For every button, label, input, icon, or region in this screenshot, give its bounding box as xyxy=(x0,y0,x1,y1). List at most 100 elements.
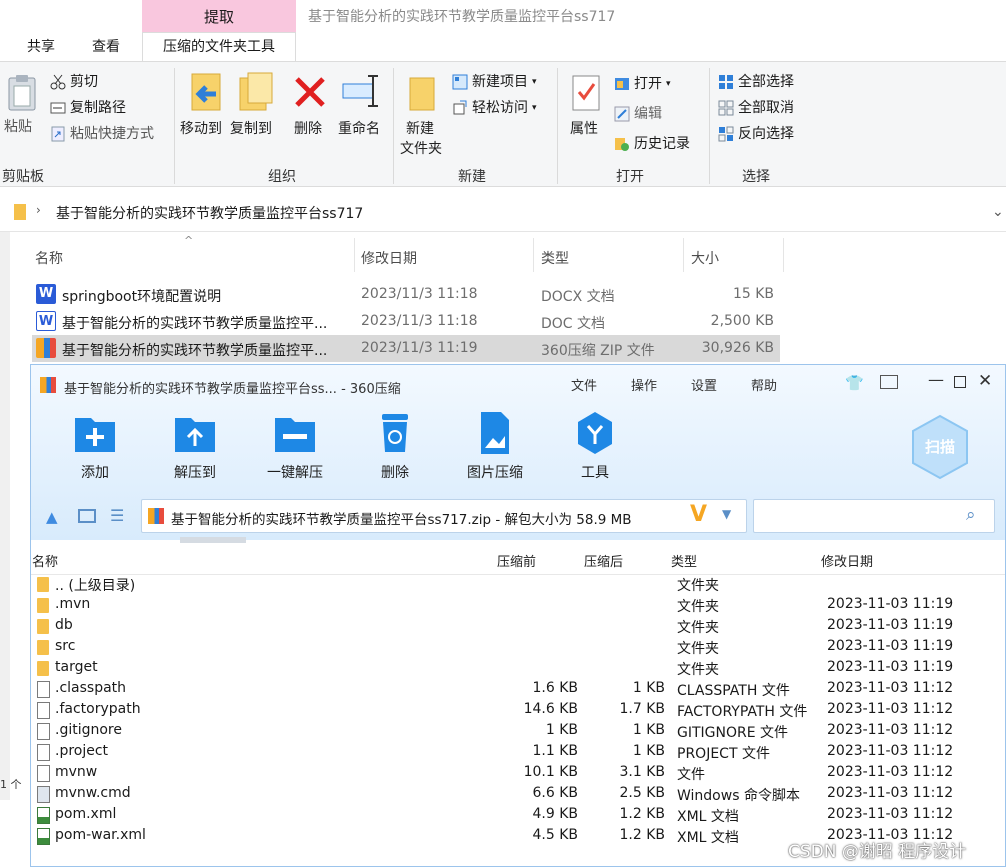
copy-path-icon xyxy=(50,102,66,114)
select-none-button[interactable]: 全部取消 xyxy=(718,98,794,118)
zip-row[interactable]: .mvn 文件夹 2023-11-03 11:19 xyxy=(31,595,991,616)
paste-shortcut-button[interactable]: 粘贴快捷方式 xyxy=(50,124,154,144)
tool-add[interactable]: 添加 xyxy=(50,410,140,482)
col-name[interactable]: 名称 xyxy=(35,248,63,268)
move-to-label: 移动到 xyxy=(180,121,222,137)
zip-row[interactable]: .factorypath 14.6 KB 1.7 KB FACTORYPATH 文件 2… xyxy=(31,700,991,721)
col-type[interactable]: 类型 xyxy=(541,248,569,268)
col-size[interactable]: 大小 xyxy=(691,248,719,268)
copy-path-button[interactable]: 复制路径 xyxy=(50,98,126,118)
invert-selection-label: 反向选择 xyxy=(738,126,794,142)
zip-row[interactable]: .gitignore 1 KB 1 KB GITIGNORE 文件 2023-11-03… xyxy=(31,721,991,742)
open-button[interactable]: 打开 ▾ xyxy=(614,74,671,94)
menu-settings[interactable]: 设置 xyxy=(691,375,717,394)
rename-label: 重命名 xyxy=(338,121,380,137)
zip-row[interactable]: src 文件夹 2023-11-03 11:19 xyxy=(31,637,991,658)
menu-help[interactable]: 帮助 xyxy=(751,375,777,394)
zip-entry-before: 1.1 KB xyxy=(532,743,579,759)
delete-button[interactable] xyxy=(292,74,328,110)
zcol-date[interactable]: 修改日期 xyxy=(821,551,873,570)
zip-row[interactable]: .project 1.1 KB 1 KB PROJECT 文件 2023-11-03 1… xyxy=(31,742,991,763)
col-date[interactable]: 修改日期 xyxy=(361,248,417,268)
zcol-name[interactable]: 名称 xyxy=(32,551,58,570)
group-label-open: 打开 xyxy=(616,169,644,185)
tool-delete[interactable]: 删除 xyxy=(350,410,440,482)
context-tab-extract[interactable]: 提取 xyxy=(142,0,296,32)
header-divider[interactable] xyxy=(533,238,534,272)
file-row-selected[interactable]: 基于智能分析的实践环节教学质量监控平... 2023/11/3 11:19 36… xyxy=(32,335,780,362)
select-none-label: 全部取消 xyxy=(738,100,794,116)
menu-file[interactable]: 文件 xyxy=(571,375,597,394)
scroll-handle[interactable] xyxy=(180,537,246,543)
zcol-type[interactable]: 类型 xyxy=(671,551,697,570)
file-icon xyxy=(37,681,50,698)
group-label-select: 选择 xyxy=(742,169,770,185)
select-all-button[interactable]: 全部选择 xyxy=(718,72,794,92)
tool-image-compress[interactable]: 图片压缩 xyxy=(450,410,540,482)
tool-one-click-extract[interactable]: 一键解压 xyxy=(250,410,340,482)
select-all-icon xyxy=(719,75,733,89)
zcol-before[interactable]: 压缩前 xyxy=(497,551,536,570)
header-divider[interactable] xyxy=(783,238,784,272)
search-icon[interactable]: ⌕ xyxy=(966,505,976,525)
new-folder-icon xyxy=(409,77,435,111)
zip-entry-name: .. (上级目录) xyxy=(55,578,136,594)
new-folder-label-2: 文件夹 xyxy=(400,141,442,157)
zip-row[interactable]: .classpath 1.6 KB 1 KB CLASSPATH 文件 2023-11-… xyxy=(31,679,991,700)
header-divider[interactable] xyxy=(683,238,684,272)
menu-operation[interactable]: 操作 xyxy=(631,375,657,394)
rename-button[interactable] xyxy=(340,74,380,110)
file-icon xyxy=(37,744,50,761)
tool-extract-to[interactable]: 解压到 xyxy=(150,410,240,482)
history-button[interactable]: 历史记录 xyxy=(614,134,690,154)
zip-row[interactable]: mvnw 10.1 KB 3.1 KB 文件 2023-11-03 11:12 xyxy=(31,763,991,784)
invert-selection-button[interactable]: 反向选择 xyxy=(718,124,794,144)
close-icon[interactable]: ✕ xyxy=(978,371,992,391)
zip-entry-before: 1.6 KB xyxy=(532,680,579,696)
zip-entry-name: target xyxy=(55,659,98,675)
file-row[interactable]: W springboot环境配置说明 2023/11/3 11:18 DOCX … xyxy=(32,281,780,308)
file-size: 2,500 KB xyxy=(710,313,774,329)
header-divider[interactable] xyxy=(354,238,355,272)
list-view-icon[interactable]: ☰ xyxy=(110,506,124,525)
message-icon[interactable] xyxy=(880,375,898,389)
zip-search-input[interactable] xyxy=(753,499,995,533)
skin-icon[interactable]: 👕 xyxy=(845,374,864,392)
zip-entry-before: 1 KB xyxy=(545,722,578,738)
scissors-icon xyxy=(50,74,66,90)
edit-button[interactable]: 编辑 xyxy=(614,104,662,124)
dropdown-arrow-icon[interactable]: ▼ xyxy=(722,507,731,521)
zcol-after[interactable]: 压缩后 xyxy=(584,551,623,570)
copy-to-button[interactable] xyxy=(236,72,276,114)
paste-button[interactable] xyxy=(6,74,38,112)
zip-row[interactable]: target 文件夹 2023-11-03 11:19 xyxy=(31,658,991,679)
tab-view[interactable]: 查看 xyxy=(82,34,130,60)
zip-entry-name: mvnw xyxy=(55,764,98,780)
group-divider xyxy=(174,68,175,184)
easy-access-button[interactable]: 轻松访问 ▾ xyxy=(452,98,537,118)
tab-share[interactable]: 共享 xyxy=(18,34,64,60)
properties-button[interactable] xyxy=(570,74,602,114)
up-arrow-icon[interactable]: ▲ xyxy=(46,508,58,526)
select-all-label: 全部选择 xyxy=(738,74,794,90)
zip-entry-name: .mvn xyxy=(55,596,91,612)
delete-label: 删除 xyxy=(294,121,322,137)
new-item-button[interactable]: 新建项目 ▾ xyxy=(452,72,537,92)
move-to-button[interactable] xyxy=(186,72,226,114)
maximize-icon[interactable] xyxy=(954,376,966,388)
file-row[interactable]: W 基于智能分析的实践环节教学质量监控平... 2023/11/3 11:18 … xyxy=(32,308,780,335)
zip-row[interactable]: db 文件夹 2023-11-03 11:19 xyxy=(31,616,991,637)
cut-button[interactable]: 剪切 xyxy=(50,72,98,92)
new-folder-button[interactable] xyxy=(406,74,438,114)
tool-tools[interactable]: 工具 xyxy=(550,410,640,482)
address-path[interactable]: 基于智能分析的实践环节教学质量监控平台ss717 xyxy=(56,203,363,223)
minimize-icon[interactable]: — xyxy=(928,370,944,389)
scan-button[interactable]: 扫描 xyxy=(910,414,970,480)
thumbnail-view-icon[interactable] xyxy=(78,509,96,523)
chevron-down-icon[interactable]: ⌄ xyxy=(992,204,1004,220)
new-item-label: 新建项目 xyxy=(472,74,528,90)
zip-row[interactable]: pom.xml 4.9 KB 1.2 KB XML 文档 2023-11-03 11:1… xyxy=(31,805,991,826)
zip-row[interactable]: mvnw.cmd 6.6 KB 2.5 KB Windows 命令脚本 2023-11-… xyxy=(31,784,991,805)
tab-compressed-tools[interactable]: 压缩的文件夹工具 xyxy=(146,34,292,60)
zip-row[interactable]: .. (上级目录) 文件夹 xyxy=(31,574,991,595)
